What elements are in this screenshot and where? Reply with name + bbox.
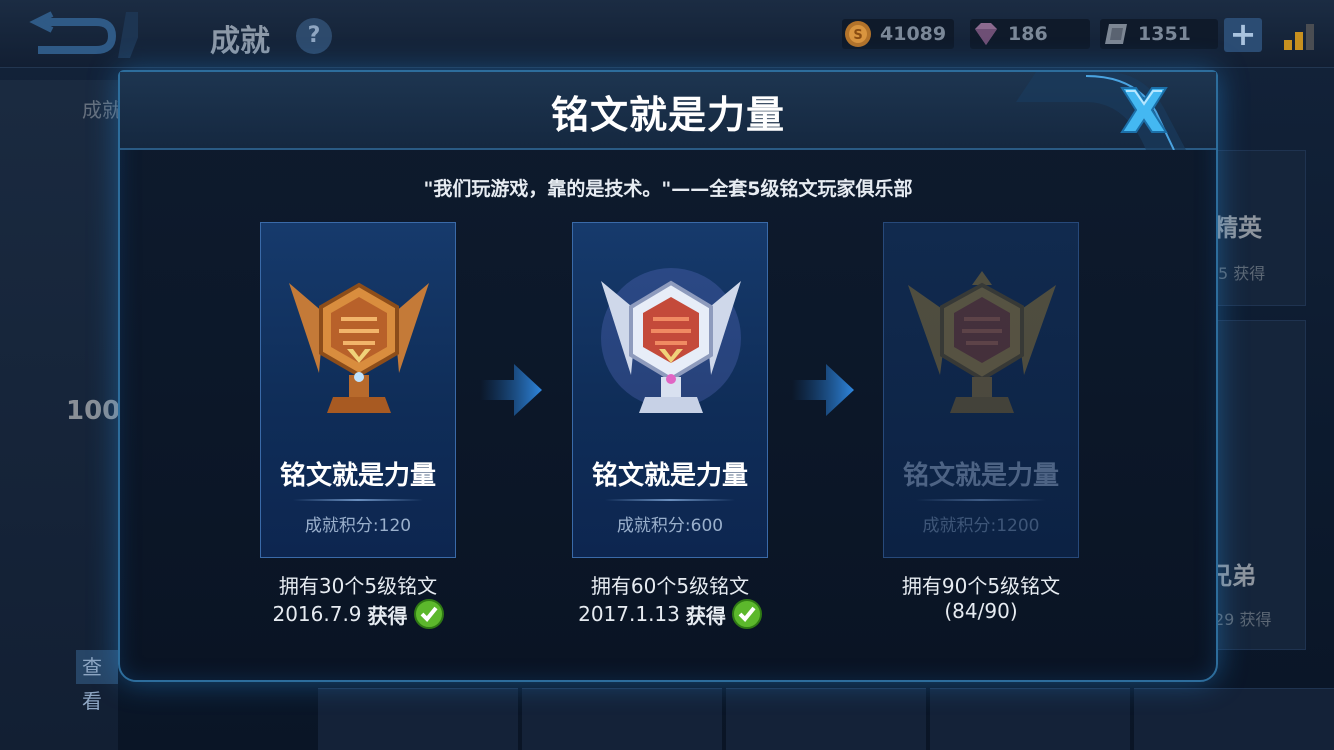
tier-points: 成就积分:120 [304,516,412,536]
background-right-subtitle: 5 获得 [1218,264,1266,283]
achieved-label: 获得 [685,603,726,628]
add-currency-button[interactable]: + [1224,18,1262,52]
tier-divider [293,499,423,501]
gold-amount: 41089 [880,23,947,45]
checkmark-icon [731,599,762,629]
background-view-button[interactable]: 查看 [76,650,118,713]
arrow-right-icon [792,364,854,416]
checkmark-icon [413,599,444,629]
signal-icon [1284,24,1314,50]
silver-trophy-icon [601,268,741,413]
back-arrow-icon[interactable] [18,10,138,60]
gold-coin-icon: S [842,18,874,50]
diamond-icon [970,18,1002,50]
background-right-subtitle: 29 获得 [1214,610,1272,629]
voucher-currency: 1351 [1100,19,1218,49]
tier-card-gold: 铭文就是力量 成就积分:1200 [883,222,1079,558]
background-left-score: 100 [66,396,121,426]
tier-requirement: 拥有30个5级铭文 [278,574,438,598]
background-bottom-row [318,688,1334,750]
tier-name: 铭文就是力量 [591,461,748,491]
close-icon[interactable] [1114,82,1174,138]
achievement-modal: 铭文就是力量 "我们玩游戏，靠的是技术。"——全套5级铭文玩家俱乐部 铭文就是力… [118,70,1218,682]
help-icon[interactable]: ? [296,18,332,54]
gold-trophy-icon [908,271,1056,413]
bronze-trophy-icon [289,282,429,413]
background-tile [522,688,722,750]
tier-points: 成就积分:1200 [922,516,1040,536]
gold-currency: S 41089 [842,18,955,50]
background-right-title: 精英 [1214,214,1262,242]
background-tile [318,688,518,750]
tier-name: 铭文就是力量 [279,461,436,491]
top-bar: 成就 ? S 41089 186 1351 + [0,0,1334,68]
svg-text:S: S [853,28,862,43]
page-title: 成就 [210,24,270,59]
modal-title: 铭文就是力量 [550,93,785,137]
tier-divider [605,499,735,501]
tier-status: 2016.7.9 获得 [238,599,478,629]
tier-requirement: 拥有90个5级铭文 [901,574,1061,598]
voucher-icon [1100,18,1132,50]
tier-divider [916,499,1046,501]
achieved-date: 2017.1.13 [578,602,680,626]
tier-card-silver: 铭文就是力量 成就积分:600 [572,222,768,558]
arrow-right-icon [480,364,542,416]
tier-status: 2017.1.13 获得 [550,599,790,629]
achieved-date: 2016.7.9 [272,602,362,626]
diamond-amount: 186 [1008,23,1048,45]
tier-name: 铭文就是力量 [902,461,1059,491]
tier-progress: (84/90) [944,599,1018,623]
background-tile [1134,688,1334,750]
background-tile [930,688,1130,750]
modal-quote: "我们玩游戏，靠的是技术。"——全套5级铭文玩家俱乐部 [423,178,913,200]
tier-card-bronze: 铭文就是力量 成就积分:120 [260,222,456,558]
background-tile [726,688,926,750]
voucher-amount: 1351 [1138,23,1191,45]
background-left-label: 成就 [82,98,122,122]
diamond-currency: 186 [970,19,1090,49]
tier-points: 成就积分:600 [616,516,724,536]
achieved-label: 获得 [367,603,408,628]
background-right-card [1216,320,1306,650]
tier-requirement: 拥有60个5级铭文 [590,574,750,598]
